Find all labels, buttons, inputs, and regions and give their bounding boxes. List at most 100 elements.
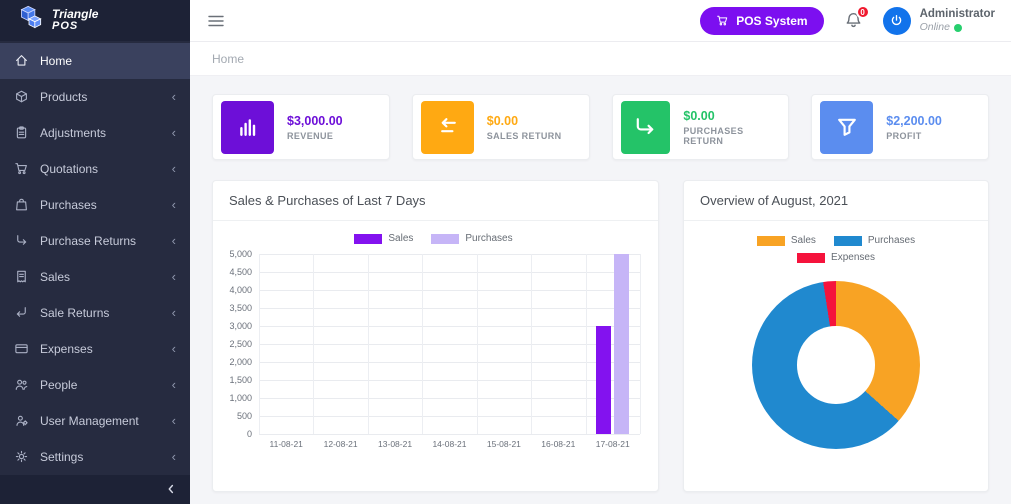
main-column: POS System 0 Administrator Online [190,0,1011,504]
x-tick-label: 12-08-21 [313,439,367,449]
bar-chart-body: Sales Purchases 5,000 4,500 4,000 3,500 3,000… [213,221,658,457]
legend-sales[interactable]: Sales [757,235,816,246]
y-tick-label: 5,000 [229,249,252,259]
arrow-return-left-icon [421,101,474,154]
user-meta: Administrator Online [920,7,995,35]
sidebar-item-label: Sales [40,270,161,284]
sidebar-item-settings[interactable]: Settings‹ [0,439,190,475]
donut-chart-title: Overview of August, 2021 [684,181,988,221]
pos-system-button-label: POS System [736,14,807,28]
sidebar: Triangle POS Home Products‹Adjustments‹Qu… [0,0,190,504]
sidebar-item-sale-returns[interactable]: Sale Returns‹ [0,295,190,331]
stat-text: $2,200.00PROFIT [886,114,942,141]
sidebar-nav: HomeProducts‹Adjustments‹Quotations‹Purc… [0,41,190,475]
bar-chart-y-axis: 5,0004,5004,0003,5003,0002,5002,0001,500… [221,254,259,434]
x-tick-label: 14-08-21 [422,439,476,449]
bar-chart-x-axis: 11-08-2112-08-2113-08-2114-08-2115-08-21… [259,439,640,449]
bar-chart-plot [259,254,640,434]
breadcrumb: Home [190,42,1011,76]
menu-toggle-icon[interactable] [206,11,226,31]
breadcrumb-home-link[interactable]: Home [212,52,244,66]
chevron-left-icon: ‹ [172,342,176,355]
stats-row: $3,000.00REVENUE$0.00SALES RETURN$0.00PU… [212,94,989,160]
bar-chart: 5,0004,5004,0003,5003,0002,5002,0001,500… [221,254,646,449]
logout-power-icon[interactable] [883,7,911,35]
x-tick-label: 11-08-21 [259,439,313,449]
sidebar-item-adjustments[interactable]: Adjustments‹ [0,115,190,151]
notification-badge: 0 [856,5,870,19]
charts-row: Sales & Purchases of Last 7 Days Sales Pu… [212,180,989,492]
app-root: Triangle POS Home Products‹Adjustments‹Qu… [0,0,1011,504]
stat-card-profit: $2,200.00PROFIT [811,94,989,160]
pos-system-button[interactable]: POS System [700,7,823,35]
chevron-left-icon: ‹ [172,378,176,391]
stat-text: $0.00PURCHASES RETURN [683,109,780,146]
sidebar-item-purchases[interactable]: Purchases‹ [0,187,190,223]
sidebar-item-people[interactable]: People ‹ [0,367,190,403]
bar-chart-icon [221,101,274,154]
stat-card-sales-return: $0.00 SALES RETURN [412,94,590,160]
sidebar-item-quotations[interactable]: Quotations‹ [0,151,190,187]
user-status-label: Online [920,21,950,34]
stat-label: PROFIT [886,131,942,141]
stat-label: PURCHASES RETURN [683,126,780,146]
donut-chart-body: Sales Purchases Expenses [684,221,988,461]
sidebar-item-user-management[interactable]: User Management‹ [0,403,190,439]
y-tick-label: 1,000 [229,393,252,403]
sidebar-item-purchase-returns[interactable]: Purchase Returns‹ [0,223,190,259]
user-name: Administrator [920,7,995,21]
stat-text: $0.00 SALES RETURN [487,114,562,141]
sidebar-item-label: People [40,378,161,392]
clipboard-icon [14,125,29,140]
sidebar-item-label: Expenses [40,342,161,356]
y-tick-label: 4,500 [229,267,252,277]
legend-purchases[interactable]: Purchases [431,233,512,244]
sidebar-item-expenses[interactable]: Expenses ‹ [0,331,190,367]
stat-value: $0.00 [487,114,562,128]
app-title: Triangle POS [52,8,98,32]
cart-icon [716,14,729,27]
arrow-forward-icon [621,101,671,154]
doughnut-chart[interactable] [752,281,920,449]
sidebar-item-label: Purchases [40,198,161,212]
stat-label: SALES RETURN [487,131,562,141]
x-tick-label: 15-08-21 [477,439,531,449]
sidebar-item-label: Purchase Returns [40,234,161,248]
legend-swatch [354,234,382,244]
chevron-left-icon: ‹ [172,162,176,175]
chevron-left-icon: ‹ [172,306,176,319]
sales-purchases-chart-card: Sales & Purchases of Last 7 Days Sales Pu… [212,180,659,492]
bell-icon [844,17,863,34]
legend-swatch [757,236,785,246]
y-tick-label: 0 [247,429,252,439]
overview-chart-card: Overview of August, 2021 Sales Purchases E… [683,180,989,492]
sidebar-collapse-button[interactable] [164,482,178,496]
sidebar-item-home[interactable]: Home [0,43,190,79]
y-tick-label: 3,500 [229,303,252,313]
return-arrow-icon [14,233,29,248]
y-tick-label: 3,000 [229,321,252,331]
legend-swatch [431,234,459,244]
reply-arrow-icon [14,305,29,320]
y-tick-label: 500 [237,411,252,421]
app-logo[interactable]: Triangle POS [0,0,190,41]
x-tick-label: 13-08-21 [368,439,422,449]
topbar: POS System 0 Administrator Online [190,0,1011,42]
bar-purchases-17-08-21[interactable] [614,254,629,434]
sidebar-item-sales[interactable]: Sales‹ [0,259,190,295]
app-title-line2: POS [52,21,98,33]
legend-purchases[interactable]: Purchases [834,235,915,246]
notifications-button[interactable]: 0 [844,11,863,30]
legend-expenses[interactable]: Expenses [797,252,875,263]
funnel-dollar-icon [820,101,873,154]
sidebar-footer [0,475,190,504]
sidebar-item-products[interactable]: Products‹ [0,79,190,115]
sidebar-item-label: Home [40,54,176,68]
bar-chart-title: Sales & Purchases of Last 7 Days [213,181,658,221]
y-tick-label: 4,000 [229,285,252,295]
stat-label: REVENUE [287,131,343,141]
credit-card-icon [14,341,29,356]
bar-sales-17-08-21[interactable] [596,326,611,434]
triangle-pos-logo-icon [14,3,44,38]
legend-sales[interactable]: Sales [354,233,413,244]
